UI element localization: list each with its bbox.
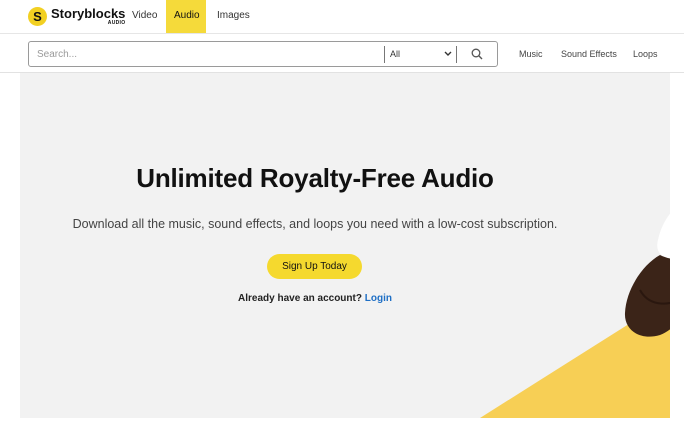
nav-video[interactable]: Video (124, 0, 165, 33)
nav-audio[interactable]: Audio (166, 0, 206, 33)
nav-images[interactable]: Images (209, 0, 258, 33)
search-icon (471, 48, 483, 60)
search-divider-2 (456, 46, 457, 63)
subnav-loops[interactable]: Loops (633, 41, 658, 67)
search-row: All Music Sound Effects Loops (0, 34, 684, 73)
hero-section: Unlimited Royalty-Free Audio Download al… (20, 73, 670, 418)
top-nav: S Storyblocks AUDIO Video Audio Images (0, 0, 684, 34)
logo-text: Storyblocks AUDIO (51, 5, 125, 27)
search-box: All (28, 41, 498, 67)
subnav-music[interactable]: Music (519, 41, 543, 67)
hero-subtitle: Download all the music, sound effects, a… (72, 217, 558, 231)
hero-title: Unlimited Royalty-Free Audio (136, 163, 494, 193)
login-prompt-line: Already have an account? Login (20, 293, 610, 304)
logo-subtitle: AUDIO (107, 20, 126, 26)
search-divider (384, 46, 385, 63)
subnav-sound-effects[interactable]: Sound Effects (561, 41, 617, 67)
login-prompt-text: Already have an account? (238, 293, 362, 304)
sign-up-button[interactable]: Sign Up Today (267, 254, 362, 279)
search-scope-value: All (390, 49, 401, 59)
search-scope-select[interactable]: All (390, 42, 456, 66)
storyblocks-logo[interactable]: S Storyblocks AUDIO (28, 5, 125, 27)
logo-mark-icon: S (28, 6, 47, 26)
chevron-down-icon (444, 42, 452, 75)
search-button[interactable] (465, 44, 489, 64)
hero-person-image (624, 213, 670, 337)
search-input[interactable] (29, 42, 387, 66)
login-link[interactable]: Login (365, 293, 392, 304)
